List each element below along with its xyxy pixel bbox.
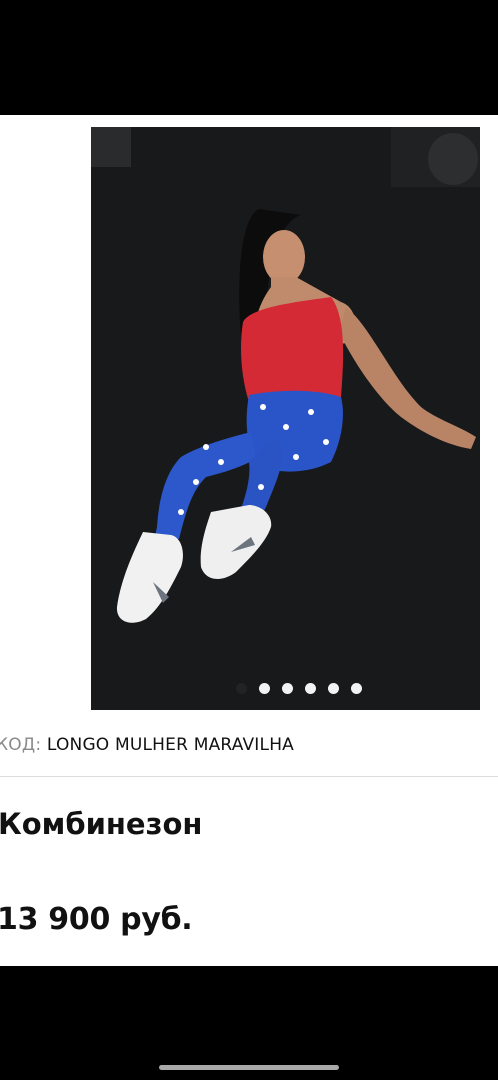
status-bar-area bbox=[0, 0, 498, 115]
pagination-dot[interactable] bbox=[281, 683, 293, 694]
pagination-dot[interactable] bbox=[350, 683, 362, 694]
bottom-system-bar bbox=[0, 966, 498, 1080]
pagination-dot[interactable] bbox=[327, 683, 339, 694]
pagination-dot[interactable] bbox=[258, 683, 270, 694]
pagination-dot[interactable] bbox=[304, 683, 316, 694]
product-photo bbox=[91, 127, 480, 710]
sku-label: КОД: bbox=[0, 735, 42, 755]
gallery-pagination bbox=[91, 683, 480, 695]
sku-value: LONGO MULHER MARAVILHA bbox=[46, 735, 295, 755]
product-sku: КОД: LONGO MULHER MARAVILHA bbox=[0, 735, 294, 759]
product-title: Комбинезон bbox=[0, 807, 203, 841]
product-image-gallery[interactable] bbox=[91, 127, 480, 710]
divider bbox=[0, 776, 498, 777]
product-price: 13 900 руб. bbox=[0, 902, 193, 937]
pagination-dot[interactable] bbox=[235, 683, 247, 694]
home-indicator[interactable] bbox=[159, 1065, 339, 1070]
product-card: КОД: LONGO MULHER MARAVILHA Комбинезон 1… bbox=[0, 115, 498, 966]
